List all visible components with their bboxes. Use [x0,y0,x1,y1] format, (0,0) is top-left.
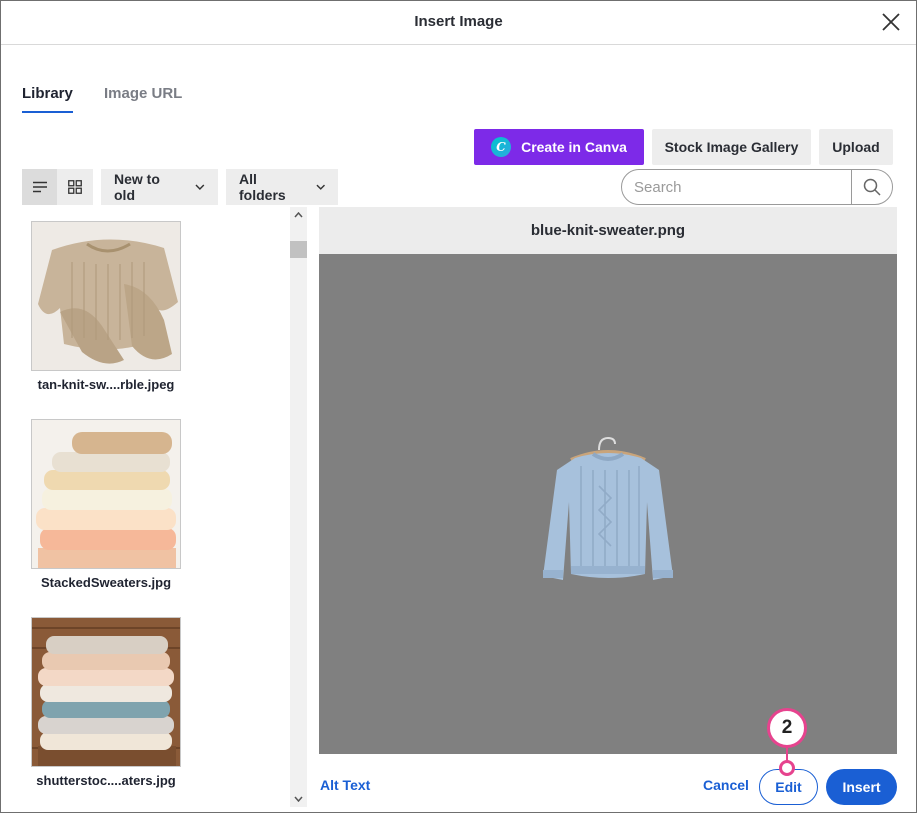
preview-filename: blue-knit-sweater.png [319,207,897,254]
blue-sweater-image [543,436,673,580]
thumbnail-tan-knit-sweater [31,221,181,371]
search-box [621,169,893,205]
step-callout-badge: 2 [767,708,807,748]
library-item-name: tan-knit-sw....rble.jpeg [37,377,175,392]
library-item-name: shutterstoc....aters.jpg [36,773,176,788]
cancel-button[interactable]: Cancel [703,777,749,793]
folder-dropdown[interactable]: All folders [226,169,338,205]
insert-image-dialog: Insert Image Library Image URL C Create … [0,0,917,813]
thumbnail-stacked-sweaters [31,419,181,569]
grid-view-icon[interactable] [57,169,92,205]
image-library-list: tan-knit-sw....rble.jpeg StackedSweaters… [22,207,289,807]
library-item[interactable]: tan-knit-sw....rble.jpeg [31,221,181,392]
scroll-up-arrow-icon[interactable] [290,207,307,223]
alt-text-link[interactable]: Alt Text [320,777,370,793]
library-scrollbar[interactable] [290,207,307,807]
search-input[interactable] [622,170,852,204]
sort-dropdown-value: New to old [114,171,160,203]
chevron-down-icon [316,184,325,190]
list-view-icon[interactable] [22,169,57,205]
library-item[interactable]: StackedSweaters.jpg [31,419,181,590]
view-toggle [22,169,93,205]
dialog-title: Insert Image [414,13,503,30]
insert-button[interactable]: Insert [826,769,897,805]
library-item[interactable]: shutterstoc....aters.jpg [31,617,181,788]
library-item-name: StackedSweaters.jpg [40,575,172,590]
chevron-down-icon [195,184,205,190]
thumbnail-shutterstock-sweaters [31,617,181,767]
tab-image-url[interactable]: Image URL [104,85,182,113]
folder-dropdown-value: All folders [239,171,286,203]
image-preview [319,254,897,754]
scrollbar-thumb[interactable] [290,241,307,258]
dialog-header: Insert Image [1,1,916,45]
stock-image-gallery-button[interactable]: Stock Image Gallery [652,129,811,165]
callout-pointer [779,760,795,776]
canva-logo-icon: C [491,137,512,157]
close-icon[interactable] [880,11,902,33]
search-icon[interactable] [851,170,892,204]
sort-dropdown[interactable]: New to old [101,169,218,205]
upload-button[interactable]: Upload [819,129,893,165]
create-in-canva-label: Create in Canva [521,139,627,155]
scroll-down-arrow-icon[interactable] [290,791,307,807]
tab-library[interactable]: Library [22,85,73,113]
create-in-canva-button[interactable]: C Create in Canva [474,129,644,165]
